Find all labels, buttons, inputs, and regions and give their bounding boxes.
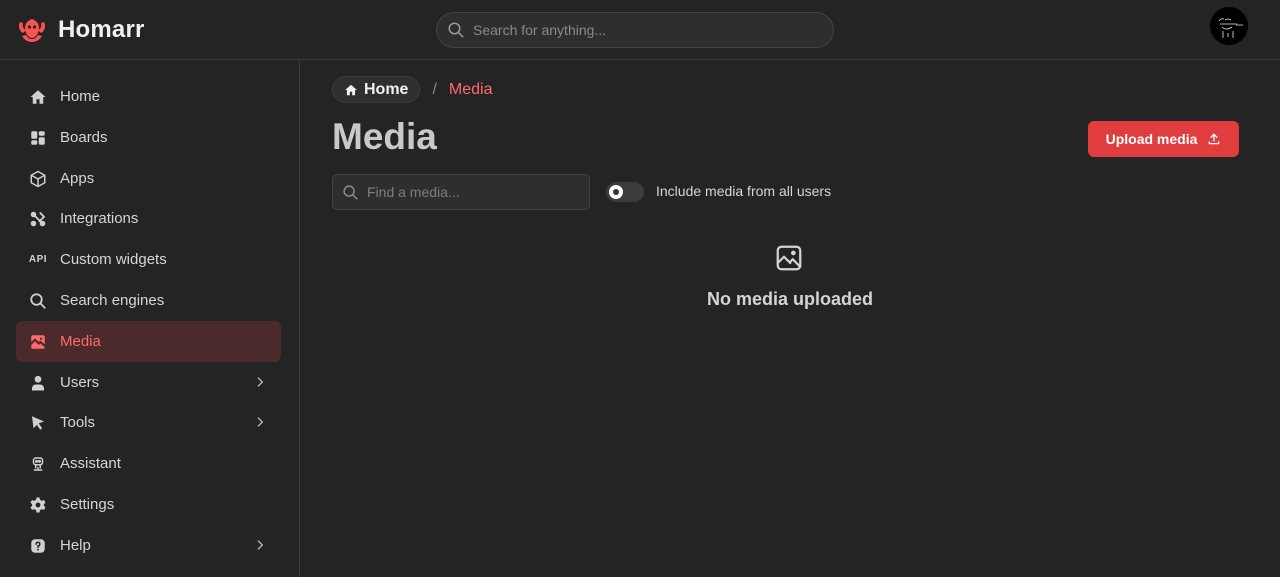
home-icon [28, 87, 48, 107]
sidebar-item-label: Tools [60, 414, 96, 431]
breadcrumb-current: Media [448, 80, 493, 98]
sidebar-item-media[interactable]: Media [16, 321, 281, 362]
app-logo[interactable]: Homarr [16, 14, 145, 46]
home-icon [345, 84, 357, 95]
sidebar-item-home[interactable]: Home [16, 76, 281, 117]
chevron-right-icon [257, 540, 263, 550]
sidebar-item-users[interactable]: Users [16, 362, 281, 403]
sidebar-item-label: Apps [60, 170, 95, 187]
breadcrumb-home-link[interactable]: Home [332, 76, 421, 103]
top-header: Homarr [0, 0, 1280, 60]
homarr-logo-icon [19, 19, 45, 42]
search-icon [343, 184, 358, 200]
sidebar-item-label: Search engines [60, 292, 165, 309]
avatar-image [1210, 7, 1248, 45]
sidebar-item-help[interactable]: Help [16, 525, 281, 566]
sidebar-item-integrations[interactable]: Integrations [16, 198, 281, 239]
upload-media-label: Upload media [1105, 131, 1198, 147]
sidebar-item-label: Settings [60, 496, 115, 513]
upload-icon [1209, 133, 1220, 145]
gear-icon [28, 495, 48, 515]
sidebar-item-assistant[interactable]: Assistant [16, 443, 281, 484]
sidebar-item-label: Media [60, 333, 101, 350]
sidebar-item-label: Home [60, 88, 101, 105]
sidebar-item-tools[interactable]: Tools [16, 402, 281, 443]
box-icon [28, 169, 48, 189]
include-all-users-label: Include media from all users [656, 183, 832, 199]
user-icon [28, 373, 48, 393]
search-icon [448, 22, 464, 38]
sidebar-item-label: Custom widgets [60, 251, 167, 268]
sidebar: Home Boards Apps Integrations API Custom… [0, 60, 300, 577]
sidebar-item-label: Boards [60, 129, 108, 146]
sidebar-item-boards[interactable]: Boards [16, 117, 281, 158]
sidebar-item-search-engines[interactable]: Search engines [16, 280, 281, 321]
page-title: Media [332, 116, 437, 157]
photo-icon [776, 245, 802, 271]
layout-icon [28, 128, 48, 148]
user-avatar[interactable] [1210, 7, 1248, 45]
breadcrumb-separator: / [432, 80, 437, 98]
sidebar-item-label: Users [60, 374, 100, 391]
media-search-input[interactable] [367, 184, 589, 200]
sidebar-item-apps[interactable]: Apps [16, 158, 281, 199]
robot-icon [28, 454, 48, 474]
sidebar-item-label: Assistant [60, 455, 121, 472]
global-search[interactable] [436, 12, 834, 48]
sidebar-item-label: Help [60, 537, 91, 554]
sidebar-item-custom-widgets[interactable]: API Custom widgets [16, 239, 281, 280]
sidebar-item-label: Integrations [60, 210, 139, 227]
empty-state-text: No media uploaded [706, 289, 874, 309]
upload-media-button[interactable]: Upload media [1088, 121, 1239, 157]
breadcrumb-home-label: Home [364, 80, 409, 98]
chevron-right-icon [257, 417, 263, 427]
media-search[interactable] [332, 174, 590, 210]
global-search-input[interactable] [473, 22, 833, 38]
question-icon [28, 536, 48, 556]
plug-icon [28, 209, 48, 229]
pointer-icon [28, 413, 48, 433]
breadcrumb: Home / Media [332, 76, 492, 103]
api-icon: API [28, 254, 48, 265]
search-icon [28, 291, 48, 311]
toggle-knob [609, 185, 623, 199]
include-all-users-toggle[interactable] [606, 182, 644, 202]
app-title: Homarr [58, 16, 145, 43]
photo-icon [28, 332, 48, 352]
sidebar-item-settings[interactable]: Settings [16, 484, 281, 525]
chevron-right-icon [257, 377, 263, 387]
